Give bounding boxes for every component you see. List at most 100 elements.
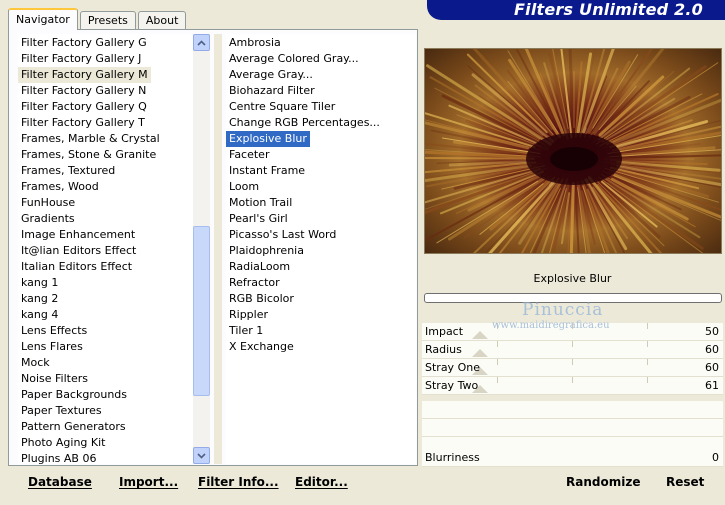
filter-item[interactable]: Average Gray...: [226, 67, 416, 83]
category-item[interactable]: Filter Factory Gallery J: [18, 51, 193, 67]
scroll-up-button[interactable]: [193, 34, 210, 51]
scroll-down-button[interactable]: [193, 447, 210, 464]
slider-value: 61: [705, 379, 719, 392]
category-item[interactable]: It@lian Editors Effect: [18, 243, 193, 259]
tab-bar: Navigator Presets About: [8, 8, 188, 30]
filter-item[interactable]: Change RGB Percentages...: [226, 115, 416, 131]
filter-item[interactable]: Plaidophrenia: [226, 243, 416, 259]
filter-item[interactable]: Centre Square Tiler: [226, 99, 416, 115]
category-scrollbar[interactable]: [193, 34, 210, 464]
filter-item[interactable]: Tiler 1: [226, 323, 416, 339]
category-item[interactable]: Filter Factory Gallery Q: [18, 99, 193, 115]
preview-ray: [425, 156, 536, 160]
list-divider: [214, 34, 222, 464]
empty-slider-row: [422, 419, 723, 437]
slider-tick: [497, 377, 498, 383]
scroll-thumb[interactable]: [193, 226, 210, 396]
slider-tick: [647, 341, 648, 347]
slider-tick: [572, 359, 573, 365]
slider-tick: [497, 359, 498, 365]
category-item[interactable]: kang 4: [18, 307, 193, 323]
tab-navigator[interactable]: Navigator: [8, 8, 78, 30]
category-item[interactable]: Pattern Generators: [18, 419, 193, 435]
filter-item[interactable]: Picasso's Last Word: [226, 227, 416, 243]
category-item[interactable]: Filter Factory Gallery T: [18, 115, 193, 131]
explosive-blur-preview: [425, 49, 721, 253]
slider-tick: [647, 377, 648, 383]
filter-item[interactable]: Motion Trail: [226, 195, 416, 211]
brand-banner: Filters Unlimited 2.0: [427, 0, 725, 20]
slider-tick: [572, 341, 573, 347]
slider-radius[interactable]: Radius 60: [422, 341, 723, 359]
category-list[interactable]: Filter Factory Gallery G Filter Factory G…: [18, 34, 193, 464]
slider-value: 60: [705, 343, 719, 356]
slider-tick: [647, 323, 648, 329]
slider-value: 50: [705, 325, 719, 338]
filter-item[interactable]: Pearl's Girl: [226, 211, 416, 227]
slider-label: Radius: [425, 343, 462, 356]
category-item[interactable]: Filter Factory Gallery M: [18, 67, 151, 83]
filter-item[interactable]: Rippler: [226, 307, 416, 323]
category-item[interactable]: kang 2: [18, 291, 193, 307]
import-button[interactable]: Import...: [119, 475, 178, 489]
reset-button[interactable]: Reset: [666, 475, 704, 489]
bottom-toolbar: Database Import... Filter Info... Editor…: [12, 467, 418, 497]
category-item[interactable]: Filter Factory Gallery G: [18, 35, 193, 51]
category-item[interactable]: Plugins AB 06: [18, 451, 193, 464]
category-item[interactable]: Frames, Textured: [18, 163, 193, 179]
category-item[interactable]: Noise Filters: [18, 371, 193, 387]
filter-list[interactable]: Ambrosia Average Colored Gray... Average G…: [226, 34, 416, 464]
category-item[interactable]: Frames, Stone & Granite: [18, 147, 193, 163]
chevron-up-icon: [197, 39, 206, 46]
category-item[interactable]: Filter Factory Gallery N: [18, 83, 193, 99]
category-item[interactable]: FunHouse: [18, 195, 193, 211]
slider-tick: [572, 377, 573, 383]
slider-stray-two[interactable]: Stray Two 61: [422, 377, 723, 395]
database-button[interactable]: Database: [28, 475, 92, 489]
slider-label: Impact: [425, 325, 464, 338]
empty-slider-row: [422, 401, 723, 419]
slider-blurriness[interactable]: Blurriness 0: [422, 449, 723, 467]
slider-label: Stray One: [425, 361, 480, 374]
filter-item[interactable]: RadiaLoom: [226, 259, 416, 275]
filter-item[interactable]: Biohazard Filter: [226, 83, 416, 99]
slider-tick: [647, 359, 648, 365]
category-item[interactable]: Frames, Wood: [18, 179, 193, 195]
filter-item[interactable]: Faceter: [226, 147, 416, 163]
category-item[interactable]: Image Enhancement: [18, 227, 193, 243]
category-item[interactable]: Paper Textures: [18, 403, 193, 419]
filter-item[interactable]: Refractor: [226, 275, 416, 291]
filter-item[interactable]: Average Colored Gray...: [226, 51, 416, 67]
randomize-button[interactable]: Randomize: [566, 475, 640, 489]
category-item[interactable]: Gradients: [18, 211, 193, 227]
category-item[interactable]: kang 1: [18, 275, 193, 291]
category-item[interactable]: Frames, Marble & Crystal: [18, 131, 193, 147]
slider-value: 0: [712, 451, 719, 464]
preview-image: [424, 48, 722, 254]
slider-stray-one[interactable]: Stray One 60: [422, 359, 723, 377]
watermark-name: Pinuccia: [522, 300, 604, 320]
filter-info-button[interactable]: Filter Info...: [198, 475, 279, 489]
filter-item[interactable]: X Exchange: [226, 339, 416, 355]
slider-thumb[interactable]: [472, 331, 488, 339]
chevron-down-icon: [197, 452, 206, 459]
slider-label: Blurriness: [425, 451, 480, 464]
watermark-url: www.maidiregrafica.eu: [492, 320, 610, 331]
category-item[interactable]: Lens Flares: [18, 339, 193, 355]
category-item[interactable]: Lens Effects: [18, 323, 193, 339]
filter-item[interactable]: Explosive Blur: [226, 131, 310, 147]
filter-item[interactable]: Ambrosia: [226, 35, 416, 51]
category-item[interactable]: Paper Backgrounds: [18, 387, 193, 403]
category-item[interactable]: Photo Aging Kit: [18, 435, 193, 451]
category-item[interactable]: Italian Editors Effect: [18, 259, 193, 275]
slider-label: Stray Two: [425, 379, 479, 392]
tab-presets[interactable]: Presets: [79, 11, 136, 30]
category-item[interactable]: Mock: [18, 355, 193, 371]
filter-item[interactable]: Instant Frame: [226, 163, 416, 179]
filter-item[interactable]: RGB Bicolor: [226, 291, 416, 307]
tab-about[interactable]: About: [137, 11, 187, 30]
filter-name-label: Explosive Blur: [422, 267, 723, 291]
filter-item[interactable]: Loom: [226, 179, 416, 195]
editor-button[interactable]: Editor...: [295, 475, 348, 489]
slider-thumb[interactable]: [472, 349, 488, 357]
